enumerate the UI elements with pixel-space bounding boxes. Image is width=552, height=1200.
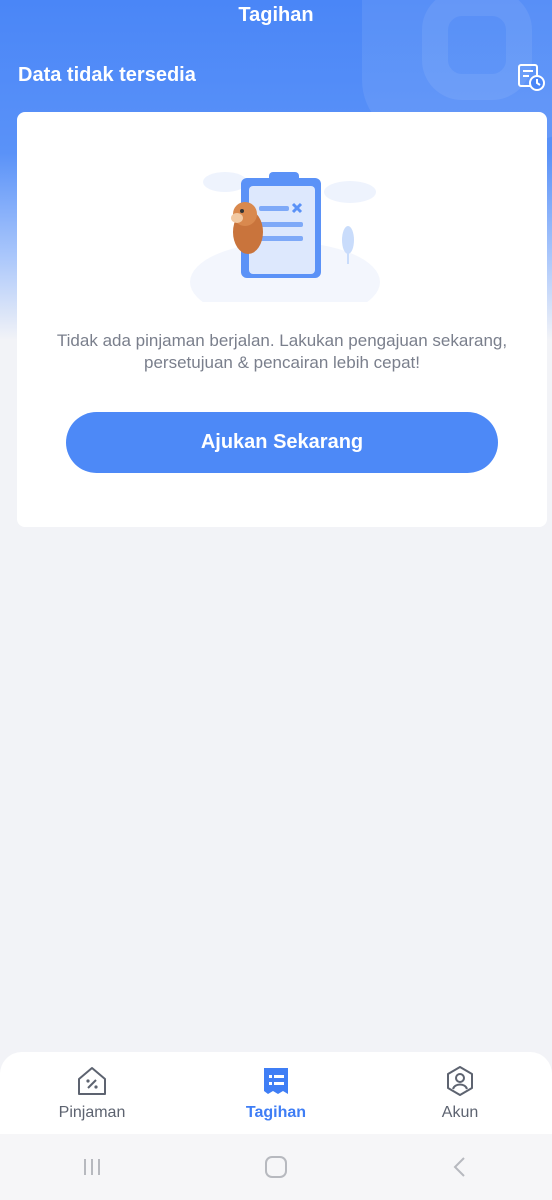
loan-house-icon bbox=[75, 1064, 109, 1098]
system-navigation-bar bbox=[0, 1134, 552, 1200]
apply-now-button[interactable]: Ajukan Sekarang bbox=[66, 412, 498, 473]
back-icon[interactable] bbox=[440, 1147, 480, 1187]
nav-item-akun[interactable]: Akun bbox=[368, 1052, 552, 1134]
recent-apps-icon[interactable] bbox=[72, 1147, 112, 1187]
nav-item-tagihan[interactable]: Tagihan bbox=[184, 1052, 368, 1134]
nav-item-pinjaman[interactable]: Pinjaman bbox=[0, 1052, 184, 1134]
nav-label-akun: Akun bbox=[441, 1104, 479, 1121]
status-subheader: Data tidak tersedia bbox=[18, 64, 196, 86]
bill-history-icon[interactable] bbox=[516, 62, 546, 92]
empty-state-message-line2: persetujuan & pencairan lebih cepat! bbox=[144, 353, 420, 372]
empty-state-message: Tidak ada pinjaman berjalan. Lakukan pen… bbox=[17, 330, 547, 374]
page-title: Tagihan bbox=[238, 4, 314, 26]
bottom-navigation: Pinjaman Tagihan Akun bbox=[0, 1052, 552, 1134]
account-icon bbox=[443, 1064, 477, 1098]
empty-state-message-line1: Tidak ada pinjaman berjalan. Lakukan pen… bbox=[56, 331, 508, 350]
empty-clipboard-illustration bbox=[185, 162, 385, 322]
empty-state-card: Tidak ada pinjaman berjalan. Lakukan pen… bbox=[17, 112, 547, 527]
nav-label-pinjaman: Pinjaman bbox=[58, 1104, 126, 1121]
home-icon[interactable] bbox=[256, 1147, 296, 1187]
nav-label-tagihan: Tagihan bbox=[245, 1104, 307, 1121]
bill-icon bbox=[259, 1064, 293, 1098]
